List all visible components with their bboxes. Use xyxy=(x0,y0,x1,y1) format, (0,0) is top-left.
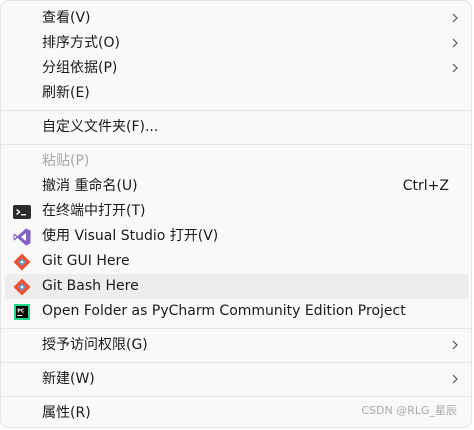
menu-item-label: 在终端中打开(T) xyxy=(42,203,146,219)
menu-item-new[interactable]: 新建(W) xyxy=(5,367,469,392)
menu-item-label: 自定义文件夹(F)... xyxy=(42,119,159,135)
menu-item-undo-rename[interactable]: 撤消 重命名(U) Ctrl+Z xyxy=(5,174,469,199)
menu-item-label: 使用 Visual Studio 打开(V) xyxy=(42,228,219,244)
menu-item-group-by[interactable]: 分组依据(P) xyxy=(5,56,469,81)
menu-item-git-bash-here[interactable]: Git Bash Here xyxy=(5,274,469,299)
menu-item-give-access[interactable]: 授予访问权限(G) xyxy=(5,333,469,358)
menu-item-refresh[interactable]: 刷新(E) xyxy=(5,81,469,106)
menu-item-git-gui-here[interactable]: Git GUI Here xyxy=(5,249,469,274)
svg-text:PC: PC xyxy=(17,308,25,314)
menu-item-label: 查看(V) xyxy=(42,10,91,26)
chevron-right-icon xyxy=(452,13,458,23)
menu-item-label: Git GUI Here xyxy=(42,253,130,269)
menu-separator xyxy=(1,328,471,329)
menu-item-label: 新建(W) xyxy=(42,371,95,387)
chevron-right-icon xyxy=(452,63,458,73)
shortcut-label: Ctrl+Z xyxy=(402,178,449,194)
menu-item-label: 属性(R) xyxy=(42,405,91,421)
menu-item-label: 分组依据(P) xyxy=(42,60,118,76)
visual-studio-icon xyxy=(13,228,31,246)
menu-item-label: Git Bash Here xyxy=(42,278,139,294)
menu-item-open-with-visual-studio[interactable]: 使用 Visual Studio 打开(V) xyxy=(5,224,469,249)
menu-item-label: Open Folder as PyCharm Community Edition… xyxy=(42,303,406,319)
chevron-right-icon xyxy=(452,374,458,384)
menu-item-label: 刷新(E) xyxy=(42,85,90,101)
menu-item-label: 授予访问权限(G) xyxy=(42,337,148,353)
menu-separator xyxy=(1,396,471,397)
menu-separator xyxy=(1,110,471,111)
menu-item-label: 排序方式(O) xyxy=(42,35,120,51)
menu-item-open-in-terminal[interactable]: 在终端中打开(T) xyxy=(5,199,469,224)
menu-item-label: 粘贴(P) xyxy=(42,153,90,169)
menu-item-label: 撤消 重命名(U) xyxy=(42,178,138,194)
watermark: CSDN @RLG_星辰 xyxy=(361,404,457,417)
chevron-right-icon xyxy=(452,38,458,48)
menu-separator xyxy=(1,362,471,363)
git-icon xyxy=(13,253,31,271)
pycharm-icon: PC xyxy=(14,304,30,320)
menu-item-paste: 粘贴(P) xyxy=(5,149,469,174)
menu-item-customize-folder[interactable]: 自定义文件夹(F)... xyxy=(5,115,469,140)
menu-item-open-as-pycharm-project[interactable]: PC Open Folder as PyCharm Community Edit… xyxy=(5,299,469,324)
menu-item-view[interactable]: 查看(V) xyxy=(5,6,469,31)
menu-item-sort-by[interactable]: 排序方式(O) xyxy=(5,31,469,56)
terminal-icon xyxy=(13,205,31,219)
context-menu: 查看(V) 排序方式(O) 分组依据(P) 刷新(E) 自定义文件夹(F)...… xyxy=(0,0,472,428)
git-icon xyxy=(13,278,31,296)
menu-separator xyxy=(1,144,471,145)
chevron-right-icon xyxy=(452,340,458,350)
